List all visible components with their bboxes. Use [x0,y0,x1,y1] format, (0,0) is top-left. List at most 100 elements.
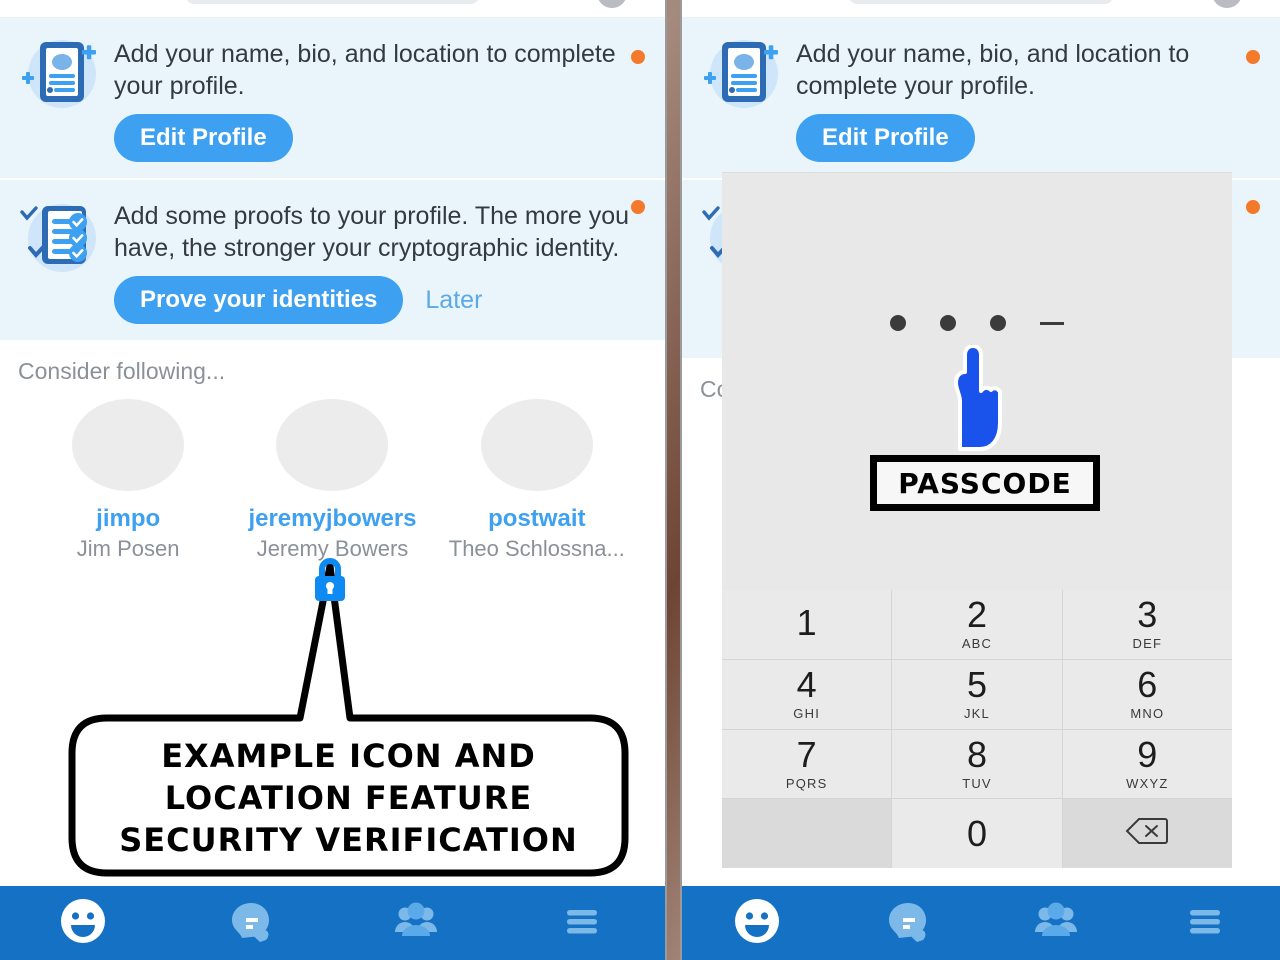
key-letters: MNO [1130,706,1165,722]
key-digit: 3 [1137,594,1158,636]
list-item[interactable]: jimpo Jim Posen [38,399,218,562]
keypad-key-9[interactable]: 9 WXYZ [1062,729,1232,799]
key-letters: TUV [962,775,992,791]
nav-item-home[interactable] [0,894,166,953]
keypad-key-1[interactable]: 1 [722,590,892,659]
passcode-dot-empty [1040,321,1064,325]
keypad-key-3[interactable]: 3 DEF [1062,590,1232,659]
notification-card-profile[interactable]: Add your name, bio, and location to comp… [682,18,1280,180]
search-bar[interactable] [186,0,479,4]
passcode-dot-filled [890,315,906,331]
passcode-dot-filled [940,315,956,331]
key-digit: 2 [966,594,987,636]
nav-item-home[interactable] [682,894,832,953]
keypad-key-8[interactable]: 8 TUV [892,729,1062,799]
card-body: Add your name, bio, and location to comp… [114,32,649,162]
keypad-key-4[interactable]: 4 GHI [722,659,892,729]
suggestion-fullname: Jeremy Bowers [256,536,409,561]
suggestion-list: jimpo Jim Posen jeremyjbowers Jeremy Bow… [0,385,665,562]
screenshot-stage: Add your name, bio, and location to comp… [0,0,1280,960]
key-digit: 7 [796,733,817,775]
suggestion-username[interactable]: jimpo [38,505,218,533]
key-letters: ABC [961,636,993,652]
suggestion-username[interactable]: postwait [447,505,627,533]
profile-card-icon [16,32,108,118]
bottom-navigation-bar [682,886,1280,960]
later-link[interactable]: Later [425,286,482,315]
key-digit: 5 [966,664,987,706]
key-digit: 8 [966,733,987,775]
nav-item-teams[interactable] [981,894,1131,953]
hamburger-menu-icon [555,894,609,953]
keypad-key-5[interactable]: 5 JKL [892,659,1062,729]
keypad-key-2[interactable]: 2 ABC [892,590,1062,659]
passcode-dot-filled [990,315,1006,331]
nav-item-menu[interactable] [499,894,665,953]
chat-bubbles-icon [222,894,276,953]
search-bar[interactable] [849,0,1113,4]
keypad-key-backspace[interactable] [1062,799,1232,868]
smiley-face-icon [56,894,110,953]
left-phone-screen: Add your name, bio, and location to comp… [0,0,667,960]
backspace-icon [1125,816,1169,851]
avatar[interactable] [1212,0,1242,8]
key-digit: 9 [1137,733,1158,775]
suggestion-username[interactable]: jeremyjbowers [242,505,422,533]
keypad-key-0[interactable]: 0 [892,799,1062,868]
passcode-entry-overlay: PASSCODE [722,172,1232,590]
avatar [72,399,185,491]
nav-item-menu[interactable] [1131,894,1280,953]
smiley-face-icon [730,894,784,953]
lock-icon [315,558,345,601]
avatar [276,399,389,491]
notification-card-proofs[interactable]: Add some proofs to your profile. The mor… [0,180,665,342]
key-digit: 0 [966,812,987,854]
right-phone-screen: Add your name, bio, and location to comp… [680,0,1280,960]
edit-profile-button[interactable]: Edit Profile [114,114,293,162]
avatar[interactable] [597,0,627,8]
prove-identities-button[interactable]: Prove your identities [114,276,404,324]
nav-item-teams[interactable] [333,894,499,953]
card-actions: Edit Profile [796,114,1264,162]
bottom-navigation-bar [0,886,665,960]
list-item[interactable]: postwait Theo Schlossna... [447,399,627,562]
nav-item-chats[interactable] [166,894,332,953]
annotation-line-1: EXAMPLE ICON AND [161,737,536,775]
key-letters: DEF [1132,636,1163,652]
key-letters: GHI [793,706,821,722]
card-message: Add your name, bio, and location to comp… [114,40,616,100]
annotation-text: PASSCODE [898,466,1072,500]
chat-bubbles-icon [879,894,933,953]
list-item[interactable]: jeremyjbowers Jeremy Bowers [242,399,422,562]
consider-following-section: Consider following... jimpo Jim Posen je… [0,342,665,562]
key-digit: 4 [796,664,817,706]
card-message: Add some proofs to your profile. The mor… [114,202,630,262]
keypad-key-7[interactable]: 7 PQRS [722,729,892,799]
card-message: Add your name, bio, and location to comp… [796,40,1190,100]
unread-dot-badge [1246,50,1260,64]
card-actions: Edit Profile [114,114,649,162]
unread-dot-badge [1246,200,1260,214]
suggestion-fullname: Jim Posen [76,536,180,561]
checklist-proofs-icon [16,194,108,280]
key-letters: WXYZ [1126,775,1169,791]
key-letters: JKL [963,706,990,722]
keypad-key-6[interactable]: 6 MNO [1062,659,1232,729]
passcode-annotation-label: PASSCODE [870,455,1100,511]
annotation-line-2: LOCATION FEATURE [164,779,533,817]
annotation-line-3: SECURITY VERIFICATION [119,821,578,859]
card-actions: Prove your identities Later [114,276,649,324]
edit-profile-button[interactable]: Edit Profile [796,114,975,162]
nav-item-chats[interactable] [832,894,982,953]
suggestion-fullname: Theo Schlossna... [448,536,625,561]
pointing-finger-cursor [936,344,1006,460]
passcode-dots [722,315,1232,331]
app-header-partial [682,0,1280,18]
card-body: Add some proofs to your profile. The mor… [114,194,649,324]
card-body: Add your name, bio, and location to comp… [796,32,1264,162]
unread-dot-badge [631,200,645,214]
app-header-partial [0,0,665,18]
section-title: Consider following... [18,358,226,384]
avatar [480,399,593,491]
notification-card-profile[interactable]: Add your name, bio, and location to comp… [0,18,665,180]
